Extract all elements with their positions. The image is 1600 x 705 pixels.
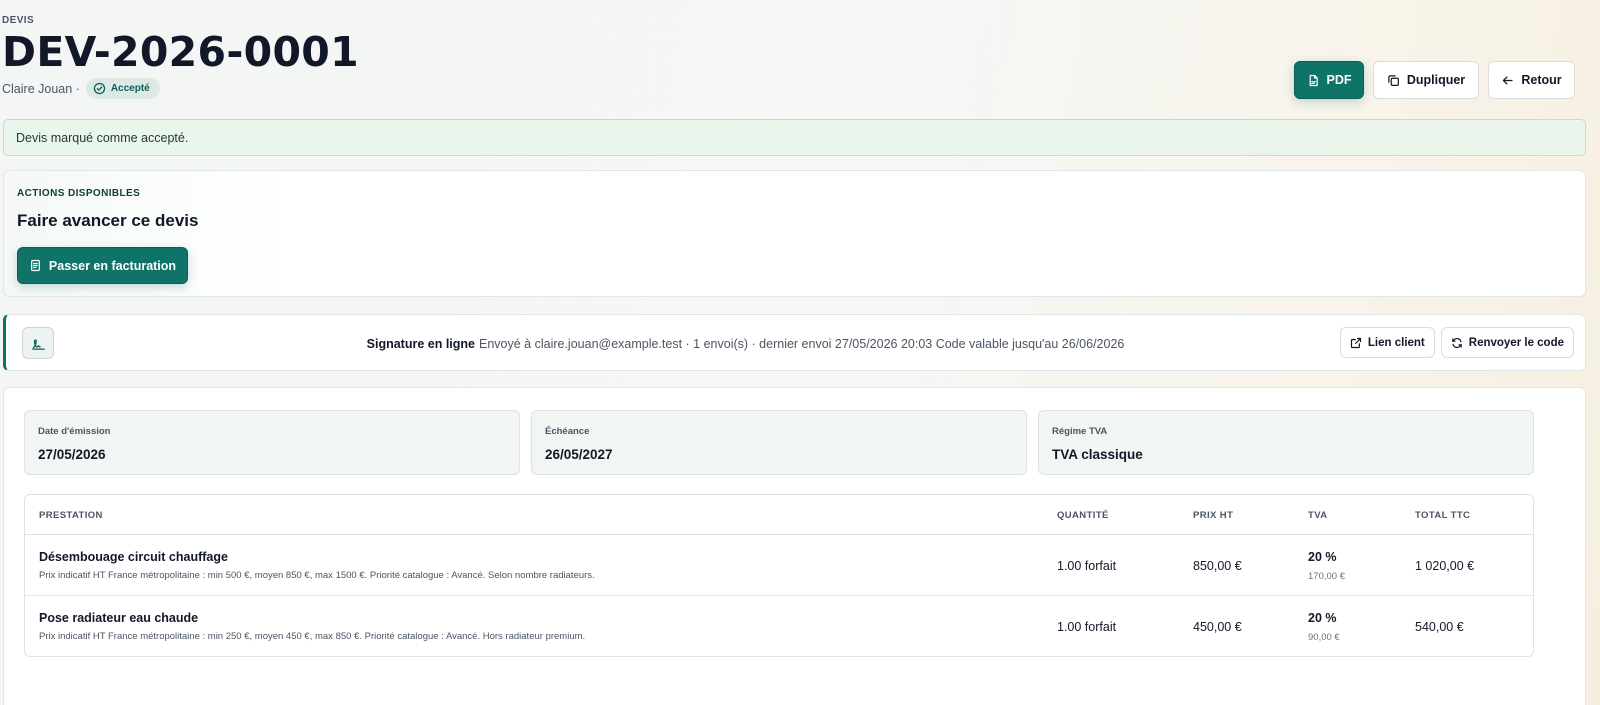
column-header-vat: TVA xyxy=(1308,510,1328,521)
line-items-table: PRESTATION QUANTITÉ PRIX HT TVA TOTAL TT… xyxy=(24,494,1534,657)
status-badge: Accepté xyxy=(85,78,160,99)
due-date-label: Échéance xyxy=(545,426,590,437)
item-total-ttc: 1 020,00 € xyxy=(1415,559,1475,573)
quote-subline: Claire Jouan · Accepté xyxy=(2,78,160,99)
convert-to-invoice-label: Passer en facturation xyxy=(48,258,177,273)
online-signature-bar: Signature en ligne Envoyé à claire.jouan… xyxy=(3,314,1586,371)
table-header: PRESTATION QUANTITÉ PRIX HT TVA TOTAL TT… xyxy=(25,495,1533,535)
column-header-total-ttc: TOTAL TTC xyxy=(1415,510,1471,521)
duplicate-button[interactable]: Dupliquer xyxy=(1373,61,1479,99)
resend-code-button[interactable]: Renvoyer le code xyxy=(1440,327,1574,358)
signature-actions: Lien client Renvoyer le code xyxy=(1339,327,1574,358)
available-actions-card: ACTIONS DISPONIBLES Faire avancer ce dev… xyxy=(3,170,1586,297)
pdf-button[interactable]: PDF xyxy=(1294,61,1364,99)
column-header-quantity: QUANTITÉ xyxy=(1057,510,1109,521)
due-date-box: Échéance 26/05/2027 xyxy=(531,410,1027,475)
back-button[interactable]: Retour xyxy=(1488,61,1575,99)
item-description: Prix indicatif HT France métropolitaine … xyxy=(39,631,586,642)
alert-message: Devis marqué comme accepté. xyxy=(16,130,189,145)
vat-regime-box: Régime TVA TVA classique xyxy=(1038,410,1534,475)
item-price-ht: 450,00 € xyxy=(1193,620,1242,634)
quote-detail-page: DEVIS DEV-2026-0001 Claire Jouan · Accep… xyxy=(0,0,1600,705)
item-name: Pose radiateur eau chaude xyxy=(39,611,199,625)
success-alert: Devis marqué comme accepté. xyxy=(3,119,1586,156)
column-header-service: PRESTATION xyxy=(39,510,103,521)
document-icon xyxy=(30,259,40,272)
arrow-left-icon xyxy=(1503,75,1513,85)
table-row: Pose radiateur eau chaude Prix indicatif… xyxy=(25,596,1533,656)
copy-icon xyxy=(1388,74,1399,86)
item-description: Prix indicatif HT France métropolitaine … xyxy=(39,570,595,581)
resend-code-label: Renvoyer le code xyxy=(1468,336,1564,349)
item-quantity: 1.00 forfait xyxy=(1057,559,1117,573)
client-link-label: Lien client xyxy=(1367,336,1425,349)
actions-eyebrow: ACTIONS DISPONIBLES xyxy=(17,188,141,199)
back-button-label: Retour xyxy=(1521,73,1562,87)
convert-to-invoice-button[interactable]: Passer en facturation xyxy=(17,247,188,284)
item-vat-amount: 170,00 € xyxy=(1308,571,1345,582)
client-link-button[interactable]: Lien client xyxy=(1339,327,1435,358)
item-quantity: 1.00 forfait xyxy=(1057,620,1117,634)
item-total-ttc: 540,00 € xyxy=(1415,620,1464,634)
issue-date-box: Date d'émission 27/05/2026 xyxy=(24,410,520,475)
vat-regime-value: TVA classique xyxy=(1052,447,1143,462)
item-vat-rate: 20 % xyxy=(1308,611,1337,625)
item-price-ht: 850,00 € xyxy=(1193,559,1242,573)
pdf-button-label: PDF xyxy=(1326,73,1352,87)
header-actions: PDF Dupliquer Retour xyxy=(1294,61,1575,99)
vat-regime-label: Régime TVA xyxy=(1052,426,1108,437)
client-name: Claire Jouan · xyxy=(2,81,80,96)
signature-label: Signature en ligne xyxy=(366,336,475,351)
item-vat-amount: 90,00 € xyxy=(1308,632,1340,643)
file-pdf-icon xyxy=(1309,74,1318,86)
issue-date-label: Date d'émission xyxy=(38,426,111,437)
check-circle-icon xyxy=(93,82,106,95)
column-header-price-ht: PRIX HT xyxy=(1193,510,1234,521)
item-name: Désembouage circuit chauffage xyxy=(39,550,228,564)
page-title: DEV-2026-0001 xyxy=(2,28,359,76)
issue-date-value: 27/05/2026 xyxy=(38,447,106,462)
signature-details: Envoyé à claire.jouan@example.test · 1 e… xyxy=(479,336,1125,351)
due-date-value: 26/05/2027 xyxy=(545,447,613,462)
external-link-icon xyxy=(1350,337,1361,348)
refresh-icon xyxy=(1451,337,1462,348)
quote-details-card: Date d'émission 27/05/2026 Échéance 26/0… xyxy=(3,387,1586,705)
item-vat-rate: 20 % xyxy=(1308,550,1337,564)
actions-title: Faire avancer ce devis xyxy=(17,211,199,230)
page-eyebrow: DEVIS xyxy=(2,15,35,26)
duplicate-button-label: Dupliquer xyxy=(1406,73,1466,87)
table-row: Désembouage circuit chauffage Prix indic… xyxy=(25,535,1533,596)
status-label: Accepté xyxy=(110,83,150,94)
